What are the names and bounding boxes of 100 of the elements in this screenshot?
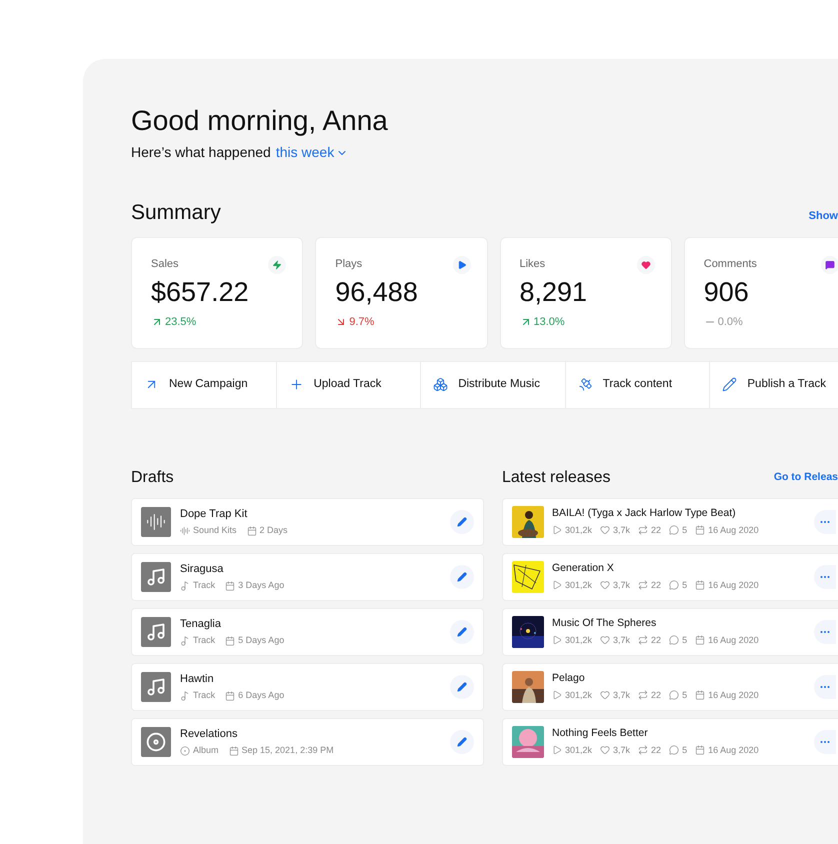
- action-button[interactable]: Track content: [566, 362, 710, 408]
- heart-icon: [600, 580, 610, 590]
- bolt-icon: [268, 256, 286, 274]
- action-button[interactable]: Publish a Track: [710, 362, 838, 408]
- calendar-icon: [695, 580, 706, 590]
- show-link[interactable]: Show: [808, 208, 838, 224]
- meta-text: 5: [682, 634, 688, 647]
- meta-text: 301,2k: [565, 634, 592, 647]
- meta-text: 22: [651, 578, 662, 592]
- calendar-icon: [225, 636, 236, 646]
- edit-button[interactable]: [450, 620, 474, 644]
- music-note-icon: [180, 580, 190, 591]
- meta-text: 2 Days: [260, 524, 288, 537]
- meta-text: 5 Days Ago: [238, 634, 284, 647]
- pen-icon: [722, 377, 738, 392]
- meta-text: 5: [682, 524, 688, 537]
- release-title: Generation X: [552, 560, 614, 576]
- stat-label: Sales: [151, 257, 179, 272]
- play-icon: [452, 256, 470, 274]
- repeat-icon: [638, 690, 648, 700]
- release-row[interactable]: Nothing Feels Better 301,2k 3,7k 22 5 16 Aug 2020: [502, 718, 838, 766]
- comment-icon: [669, 525, 680, 536]
- edit-button[interactable]: [450, 674, 474, 698]
- section-title: Latest releases: [502, 468, 611, 488]
- pen-icon: [457, 736, 467, 746]
- draft-row[interactable]: Dope Trap Kit Sound Kits 2 Days: [131, 498, 484, 546]
- draft-row[interactable]: Hawtin Track 6 Days Ago: [131, 662, 484, 710]
- comment-icon: [669, 690, 680, 700]
- music-note-icon: [180, 690, 190, 701]
- period-dropdown[interactable]: this week: [276, 142, 348, 163]
- meta-text: 5: [682, 688, 688, 702]
- greeting-title: Good morning, Anna: [131, 104, 388, 138]
- release-row[interactable]: Pelago 301,2k 3,7k 22 5 16 Aug 2020: [502, 662, 838, 710]
- stat-label: Plays: [335, 257, 362, 272]
- action-button[interactable]: Distribute Music: [421, 362, 566, 408]
- meta-text: 301,2k: [565, 524, 592, 537]
- meta-text: 5: [682, 744, 688, 757]
- release-row[interactable]: Generation X 301,2k 3,7k 22 5 16 Aug 2020: [502, 552, 838, 600]
- stat-change: 13.0%: [534, 314, 565, 330]
- action-button[interactable]: Upload Track: [276, 362, 422, 408]
- meta-text: 3,7k: [613, 744, 630, 757]
- release-title: Nothing Feels Better: [552, 726, 648, 741]
- heart-icon: [600, 745, 610, 756]
- stat-change: 0.0%: [718, 314, 743, 330]
- release-row[interactable]: Music Of The Spheres 301,2k 3,7k 22 5 16 Aug 2020: [502, 608, 838, 656]
- play-icon: [552, 745, 562, 756]
- draft-row[interactable]: Revelations Album Sep 15, 2021, 2:39 PM: [131, 718, 484, 766]
- stat-change: 9.7%: [349, 314, 374, 330]
- draft-title: Tenaglia: [180, 616, 221, 632]
- meta-text: 22: [651, 744, 662, 757]
- draft-row[interactable]: Tenaglia Track 5 Days Ago: [131, 608, 484, 656]
- action-button[interactable]: New Campaign: [132, 362, 277, 408]
- stat-change: 23.5%: [165, 314, 196, 330]
- calendar-icon: [695, 525, 706, 536]
- calendar-icon: [246, 526, 257, 536]
- repeat-icon: [638, 745, 648, 756]
- meta-text: 3 Days Ago: [238, 579, 284, 592]
- meta-text: 16 Aug 2020: [708, 634, 759, 647]
- draft-title: Revelations: [180, 726, 238, 742]
- meta-text: 16 Aug 2020: [708, 524, 759, 537]
- heart-icon: [600, 525, 610, 536]
- meta-text: 5: [682, 578, 688, 592]
- pen-icon: [457, 516, 467, 526]
- edit-button[interactable]: [450, 510, 474, 534]
- stat-label: Comments: [704, 257, 757, 272]
- stat-value: 96,488: [335, 276, 418, 308]
- disc-icon: [180, 746, 190, 756]
- calendar-icon: [228, 746, 239, 756]
- section-title: Summary: [131, 200, 221, 226]
- release-title: BAILA! (Tyga x Jack Harlow Type Beat): [552, 506, 736, 521]
- meta-text: Track: [193, 579, 216, 592]
- release-row[interactable]: BAILA! (Tyga x Jack Harlow Type Beat) 301,2k 3,7k 22 5 16 Aug 2020: [502, 498, 838, 546]
- calendar-icon: [695, 745, 706, 756]
- releases-link[interactable]: Go to Releas: [774, 470, 838, 486]
- repeat-icon: [638, 525, 648, 536]
- edit-button[interactable]: [450, 730, 474, 754]
- music-note-icon: [180, 636, 190, 646]
- stat-label: Likes: [520, 257, 546, 272]
- meta-text: 301,2k: [565, 688, 592, 702]
- meta-text: 16 Aug 2020: [708, 744, 759, 757]
- edit-button[interactable]: [450, 564, 474, 588]
- draft-title: Hawtin: [180, 672, 214, 686]
- stat-value: $657.22: [151, 276, 249, 308]
- calendar-icon: [225, 580, 236, 591]
- release-title: Music Of The Spheres: [552, 616, 656, 631]
- comment-icon: [669, 745, 680, 756]
- meta-text: Sep 15, 2021, 2:39 PM: [242, 744, 334, 757]
- meta-text: 3,7k: [613, 688, 630, 702]
- draft-title: Dope Trap Kit: [180, 506, 248, 522]
- calendar-icon: [225, 690, 236, 701]
- meta-text: 3,7k: [613, 578, 630, 592]
- repeat-icon: [638, 580, 648, 590]
- meta-text: Track: [193, 689, 216, 702]
- comment-icon: [669, 580, 680, 590]
- draft-row[interactable]: Siragusa Track 3 Days Ago: [131, 552, 484, 600]
- plus-icon: [288, 377, 304, 392]
- play-icon: [552, 580, 562, 590]
- meta-text: 22: [651, 688, 662, 702]
- heart-icon: [600, 690, 610, 700]
- meta-text: 22: [651, 524, 662, 537]
